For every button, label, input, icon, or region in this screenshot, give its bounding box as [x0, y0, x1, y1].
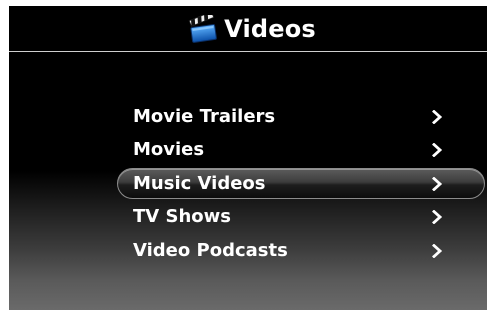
- chevron-right-icon: [432, 243, 442, 258]
- menu-item-label: Music Videos: [133, 172, 266, 194]
- chevron-right-icon: [432, 143, 442, 158]
- title-group: Videos: [188, 14, 316, 43]
- menu-item-label: Movie Trailers: [133, 105, 276, 127]
- menu-item-label: TV Shows: [133, 206, 231, 228]
- menu-item-label: Video Podcasts: [133, 239, 288, 261]
- menu-item-label: Movies: [133, 139, 205, 161]
- menu-item-music-videos[interactable]: Music Videos: [9, 167, 487, 201]
- header-bar: Videos: [9, 6, 487, 51]
- clapperboard-icon: [188, 14, 217, 43]
- videos-menu: Movie Trailers Movies Music Videos TV Sh…: [9, 100, 487, 268]
- menu-item-movies[interactable]: Movies: [9, 134, 487, 168]
- videos-screen: Videos Movie Trailers Movies Music Video…: [9, 6, 487, 310]
- chevron-right-icon: [432, 210, 442, 225]
- header-divider: [9, 51, 487, 52]
- menu-item-video-podcasts[interactable]: Video Podcasts: [9, 234, 487, 268]
- menu-item-movie-trailers[interactable]: Movie Trailers: [9, 100, 487, 134]
- chevron-right-icon: [432, 109, 442, 124]
- chevron-right-icon: [432, 176, 442, 191]
- page-title: Videos: [224, 14, 316, 43]
- menu-item-tv-shows[interactable]: TV Shows: [9, 201, 487, 235]
